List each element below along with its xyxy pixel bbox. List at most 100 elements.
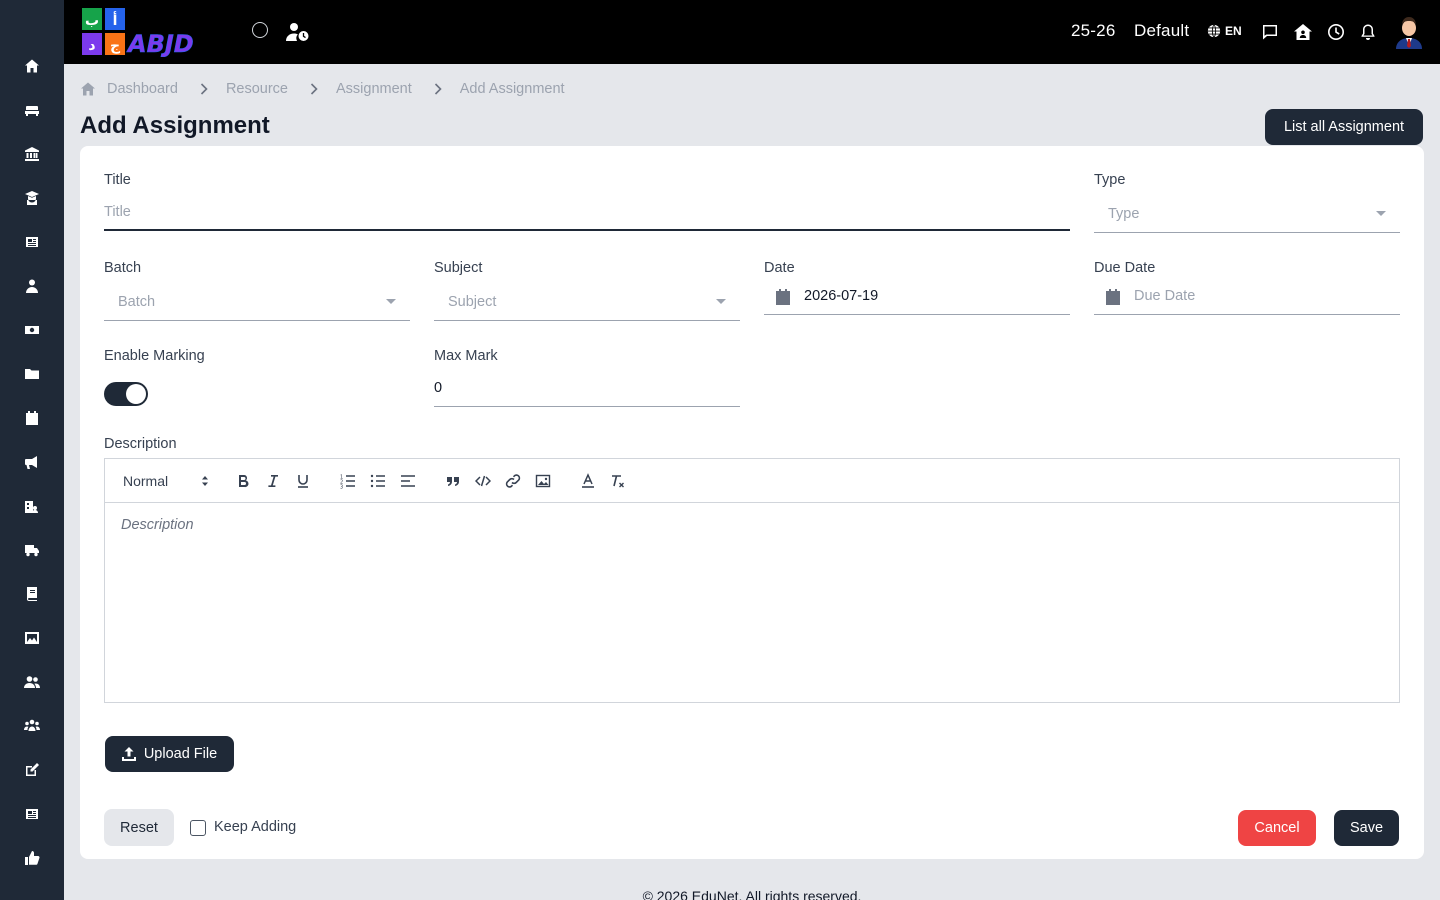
upload-file-button[interactable]: Upload File [105,736,234,772]
history-button[interactable] [1326,22,1346,42]
ordered-list-icon: 123 [340,475,355,489]
breadcrumb-assignment[interactable]: Assignment [336,81,412,97]
app-logo[interactable]: ب أ د ج ABJD [80,7,226,57]
profile-name[interactable]: Default [1134,21,1189,41]
breadcrumb-dashboard[interactable]: Dashboard [107,81,178,97]
language-code: EN [1225,24,1242,38]
breadcrumb-resource[interactable]: Resource [226,81,288,97]
subject-placeholder: Subject [448,294,497,310]
description-placeholder[interactable]: Description [121,517,194,533]
sidebar-item-feedback[interactable] [20,846,44,870]
sidebar-item-home[interactable] [20,54,44,78]
keep-adding-checkbox[interactable] [190,820,206,836]
breadcrumb-home-icon[interactable] [80,81,96,97]
sidebar-item-calendar[interactable] [20,406,44,430]
code-block-button[interactable] [474,472,492,490]
sidebar-item-transport[interactable] [20,538,44,562]
subject-select[interactable]: Subject [434,289,740,321]
caret-down-icon [386,299,396,304]
font-color-icon [582,473,594,488]
due-date-label: Due Date [1094,260,1156,276]
session-year[interactable]: 25-26 [1071,21,1115,41]
bold-icon [239,475,249,488]
link-button[interactable] [504,472,522,490]
max-mark-label: Max Mark [434,348,498,364]
sidebar-item-newspaper[interactable] [20,230,44,254]
sidebar-item-groups[interactable] [20,714,44,738]
batch-select[interactable]: Batch [104,289,410,321]
breadcrumb-current: Add Assignment [459,81,565,97]
toggle-knob [126,384,146,404]
calendar-icon [26,411,38,425]
bullet-list-icon [370,474,385,488]
user-clock-icon[interactable] [286,22,310,42]
bold-button[interactable] [234,472,252,490]
sidebar-item-news[interactable] [20,802,44,826]
sidebar-item-folder[interactable] [20,362,44,386]
megaphone-icon [25,456,37,469]
messages-button[interactable] [1260,22,1280,42]
graduate-icon [25,191,39,205]
date-label: Date [764,260,795,276]
ordered-list-button[interactable]: 123 [339,472,357,490]
sidebar-item-announcement[interactable] [20,450,44,474]
reset-button[interactable]: Reset [104,809,174,846]
svg-text:ب: ب [85,13,99,29]
max-mark-input[interactable]: 0 [434,375,740,407]
upload-file-label: Upload File [143,746,218,762]
caret-down-icon [716,299,726,304]
svg-text:ABJD: ABJD [126,30,194,57]
truck-icon [25,545,39,557]
home-user-button[interactable] [1293,22,1313,42]
clear-format-icon [612,475,624,488]
svg-text:أ: أ [113,11,118,29]
svg-text:ج: ج [110,38,121,54]
cancel-button[interactable]: Cancel [1238,810,1316,846]
sidebar-item-finance[interactable] [20,318,44,342]
sidebar [0,0,64,900]
image-icon [25,632,39,644]
notifications-button[interactable] [1358,22,1378,42]
globe-icon [1207,24,1221,38]
chevron-right-icon [428,82,448,96]
sidebar-item-library[interactable] [20,582,44,606]
sidebar-item-gallery[interactable] [20,626,44,650]
house-user-icon [1294,24,1312,40]
enable-marking-label: Enable Marking [104,348,205,364]
enable-marking-toggle[interactable] [104,382,148,406]
date-input[interactable]: 2026-07-19 [764,283,1070,315]
keep-adding-label[interactable]: Keep Adding [214,819,296,835]
sidebar-item-hostel[interactable] [20,494,44,518]
language-switcher[interactable]: EN [1207,24,1242,38]
italic-button[interactable] [264,472,282,490]
edit-icon [26,763,39,776]
title-input[interactable]: Title [104,199,1070,231]
bullet-list-button[interactable] [369,472,387,490]
clock-icon [1328,24,1344,40]
clear-format-button[interactable] [609,472,627,490]
sidebar-item-graduate[interactable] [20,186,44,210]
sidebar-item-sofa[interactable] [20,98,44,122]
list-all-assignment-button[interactable]: List all Assignment [1265,109,1423,145]
blockquote-button[interactable] [444,472,462,490]
sidebar-item-teacher[interactable] [20,274,44,298]
user-avatar[interactable] [1394,15,1424,49]
sidebar-item-users[interactable] [20,670,44,694]
breadcrumb: Dashboard Resource Assignment Add Assign… [80,81,565,97]
image-button[interactable] [534,472,552,490]
underline-icon [298,475,308,488]
save-button[interactable]: Save [1334,810,1399,846]
type-select[interactable]: Type [1094,201,1400,233]
newspaper-alt-icon [26,809,38,819]
text-color-button[interactable] [579,472,597,490]
sidebar-item-edit[interactable] [20,758,44,782]
due-date-input[interactable]: Due Date [1094,283,1400,315]
loading-circle-icon[interactable] [252,22,268,38]
underline-button[interactable] [294,472,312,490]
sidebar-item-institution[interactable] [20,142,44,166]
caret-down-icon [1376,211,1386,216]
italic-icon [268,475,278,487]
align-button[interactable] [399,472,417,490]
due-date-placeholder: Due Date [1134,288,1196,304]
heading-select[interactable]: Normal [123,472,209,490]
